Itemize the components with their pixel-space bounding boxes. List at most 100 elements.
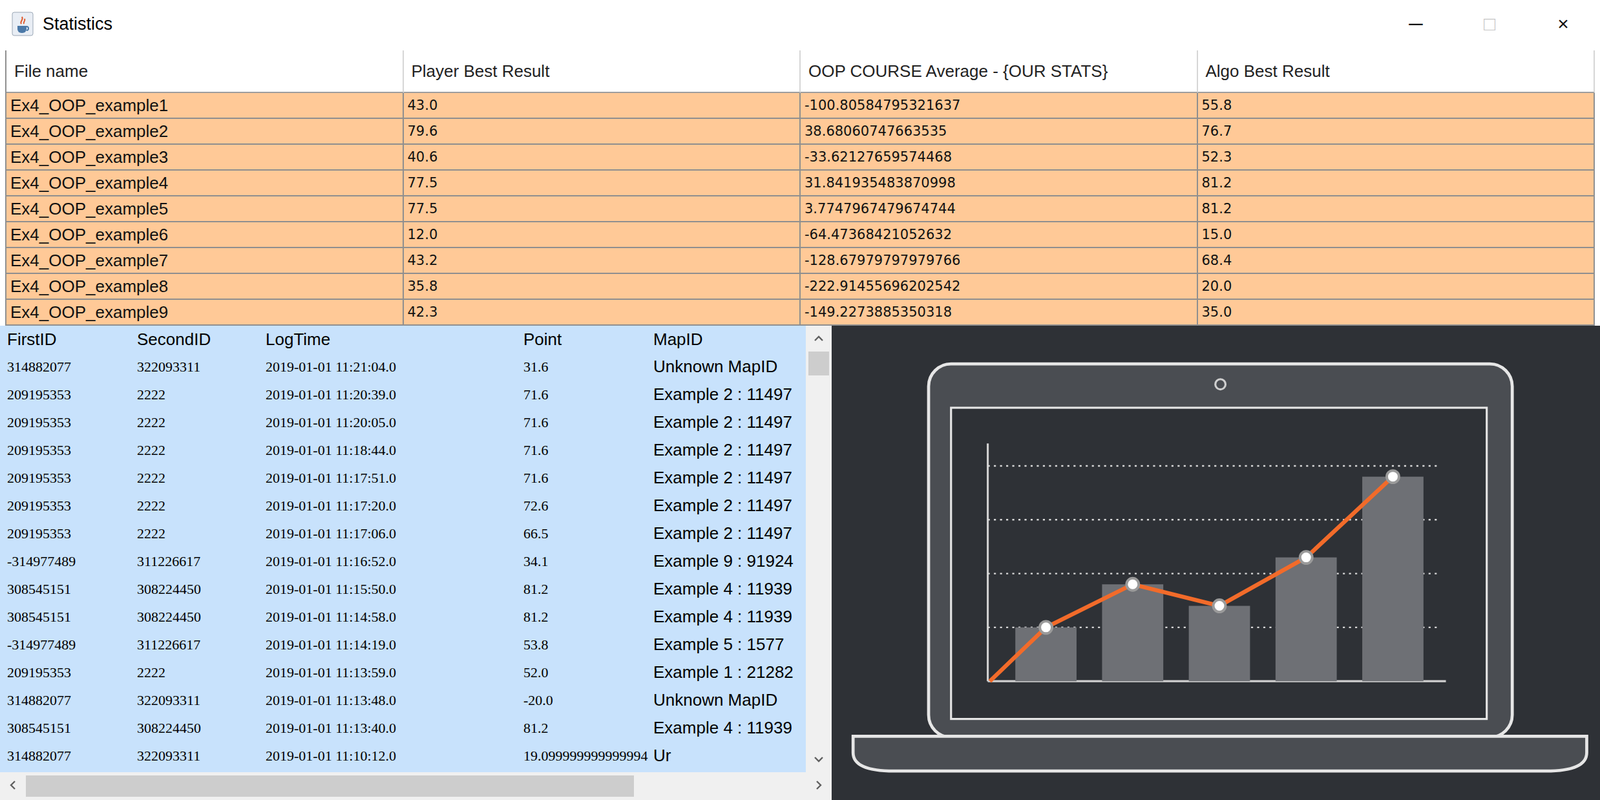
scroll-thumb[interactable] — [808, 351, 830, 376]
log-row[interactable]: 20919535322222019-01-01 11:17:06.066.5Ex… — [0, 519, 806, 548]
table-cell[interactable]: 79.6 — [403, 118, 802, 145]
table-cell[interactable]: -222.91455696202542 — [800, 273, 1199, 300]
log-cell: Example 5 : 1577 — [653, 634, 790, 655]
table-cell[interactable]: 31.841935483870998 — [800, 170, 1199, 197]
table-cell[interactable]: -128.67979797979766 — [800, 248, 1199, 274]
table-cell[interactable]: Ex4_OOP_example8 — [6, 273, 404, 300]
log-row[interactable]: 20919535322222019-01-01 11:17:20.072.6Ex… — [0, 491, 806, 520]
table-cell[interactable]: Ex4_OOP_example5 — [6, 196, 404, 223]
table-cell[interactable]: Ex4_OOP_example2 — [6, 118, 404, 145]
scroll-track[interactable] — [25, 772, 806, 800]
log-row[interactable]: -3149774893112266172019-01-01 11:16:52.0… — [0, 547, 806, 576]
log-cell: 322093311 — [136, 358, 266, 376]
log-cell: 2222 — [136, 442, 266, 459]
log-row[interactable]: 20919535322222019-01-01 11:13:59.052.0Ex… — [0, 658, 806, 687]
log-row[interactable]: 20919535322222019-01-01 11:17:51.071.6Ex… — [0, 463, 806, 492]
table-cell[interactable]: 38.68060747663535 — [800, 118, 1199, 145]
log-cell: 2019-01-01 11:14:58.0 — [265, 608, 524, 626]
log-row[interactable]: 20919535322222019-01-01 11:20:05.071.6Ex… — [0, 408, 806, 437]
table-cell[interactable]: 81.2 — [1198, 196, 1596, 223]
log-cell: 2222 — [136, 525, 266, 543]
table-cell[interactable]: 35.0 — [1198, 299, 1596, 326]
log-row[interactable]: 3085451513082244502019-01-01 11:13:40.08… — [0, 714, 806, 742]
log-cell: 322093311 — [136, 692, 266, 709]
vertical-scrollbar[interactable] — [805, 325, 832, 773]
scroll-right-button[interactable] — [805, 772, 832, 799]
table-cell[interactable]: Ex4_OOP_example7 — [6, 248, 404, 274]
table-cell[interactable]: Ex4_OOP_example6 — [6, 222, 404, 249]
log-panel: FirstIDSecondIDLogTimePointMapID31488207… — [0, 325, 832, 800]
window-control-button: □ — [1452, 0, 1527, 48]
scroll-left-button[interactable] — [0, 772, 26, 799]
column-header[interactable]: File name — [6, 50, 404, 94]
log-row[interactable]: 3148820773220933112019-01-01 11:13:48.0-… — [0, 686, 806, 715]
chart-point — [1039, 621, 1053, 634]
table-cell[interactable]: -33.62127659574468 — [800, 144, 1199, 171]
log-cell: Example 2 : 11497 — [653, 384, 798, 405]
table-cell[interactable]: Ex4_OOP_example4 — [6, 170, 404, 197]
log-cell: Example 2 : 11497 — [653, 440, 798, 461]
table-cell[interactable]: -149.2273885350318 — [800, 299, 1199, 326]
table-cell[interactable]: 52.3 — [1198, 144, 1596, 171]
table-cell[interactable]: 42.3 — [403, 299, 802, 326]
table-cell[interactable]: Ex4_OOP_example1 — [6, 93, 404, 119]
log-row[interactable]: 3085451513082244502019-01-01 11:14:58.08… — [0, 602, 806, 631]
chart-bar — [1275, 557, 1337, 682]
table-cell[interactable]: 43.0 — [403, 93, 802, 119]
log-cell: 314882077 — [7, 358, 137, 376]
table-cell[interactable]: Ex4_OOP_example9 — [6, 299, 404, 326]
horizontal-scrollbar[interactable] — [0, 772, 832, 800]
log-row[interactable]: 3085451513082244502019-01-01 11:15:50.08… — [0, 575, 806, 603]
log-row[interactable]: 20919535322222019-01-01 11:18:44.071.6Ex… — [0, 436, 806, 464]
window-control-button[interactable]: ─ — [1378, 0, 1453, 48]
table-cell[interactable]: 55.8 — [1198, 93, 1596, 119]
table-cell[interactable]: Ex4_OOP_example3 — [6, 144, 404, 171]
chart-point — [1126, 578, 1139, 591]
window-control-button[interactable]: × — [1526, 0, 1600, 48]
log-cell: 209195353 — [7, 414, 137, 432]
window-title: Statistics — [42, 14, 1370, 35]
table-cell[interactable]: 15.0 — [1198, 222, 1596, 249]
table-cell[interactable]: 68.4 — [1198, 248, 1596, 274]
table-cell[interactable]: 20.0 — [1198, 273, 1596, 300]
column-header[interactable]: OOP COURSE Average - {OUR STATS} — [800, 50, 1199, 94]
table-cell[interactable]: -64.47368421052632 — [800, 222, 1199, 249]
table-cell[interactable]: 35.8 — [403, 273, 802, 300]
column-header[interactable]: Algo Best Result — [1198, 50, 1596, 94]
log-cell: Example 2 : 11497 — [653, 467, 798, 488]
scroll-down-button[interactable] — [805, 746, 832, 773]
scroll-track[interactable] — [805, 351, 832, 747]
log-cell: 209195353 — [7, 469, 137, 487]
scroll-up-button[interactable] — [805, 325, 832, 352]
log-row[interactable]: 3148820773220933112019-01-01 11:10:12.01… — [0, 741, 806, 770]
log-cell: 209195353 — [7, 525, 137, 543]
log-cell: 66.5 — [523, 525, 654, 543]
log-cell: Example 2 : 11497 — [653, 412, 798, 433]
statistics-window: Statistics ─□× File namePlayer Best Result… — [0, 0, 1600, 800]
column-header[interactable]: Player Best Result — [403, 50, 802, 94]
table-cell[interactable]: 77.5 — [403, 196, 802, 223]
log-cell: 209195353 — [7, 497, 137, 515]
table-cell[interactable]: 40.6 — [403, 144, 802, 171]
log-cell: Example 4 : 11939 — [653, 717, 798, 738]
table-cell[interactable]: 77.5 — [403, 170, 802, 197]
log-cell: 2019-01-01 11:10:12.0 — [265, 747, 524, 765]
log-cell: 308224450 — [136, 608, 266, 626]
log-cell: 314882077 — [7, 692, 137, 709]
scroll-thumb[interactable] — [25, 775, 634, 797]
table-cell[interactable]: 3.7747967479674744 — [800, 196, 1199, 223]
table-cell[interactable]: -100.80584795321637 — [800, 93, 1199, 119]
log-cell: 2019-01-01 11:17:51.0 — [265, 469, 524, 487]
table-cell[interactable]: 12.0 — [403, 222, 802, 249]
log-cell: 209195353 — [7, 664, 137, 682]
log-row[interactable]: -3149774893112266172019-01-01 11:14:19.0… — [0, 630, 806, 659]
log-cell: 71.6 — [523, 386, 654, 404]
table-cell[interactable]: 81.2 — [1198, 170, 1596, 197]
table-cell[interactable]: 43.2 — [403, 248, 802, 274]
log-row[interactable]: 3148820773220933112019-01-01 11:21:04.03… — [0, 352, 806, 381]
log-list: FirstIDSecondIDLogTimePointMapID31488207… — [0, 325, 806, 773]
table-cell[interactable]: 76.7 — [1198, 118, 1596, 145]
log-cell: 308224450 — [136, 580, 266, 598]
laptop-chart-icon — [831, 325, 1600, 800]
log-row[interactable]: 20919535322222019-01-01 11:20:39.071.6Ex… — [0, 380, 806, 409]
